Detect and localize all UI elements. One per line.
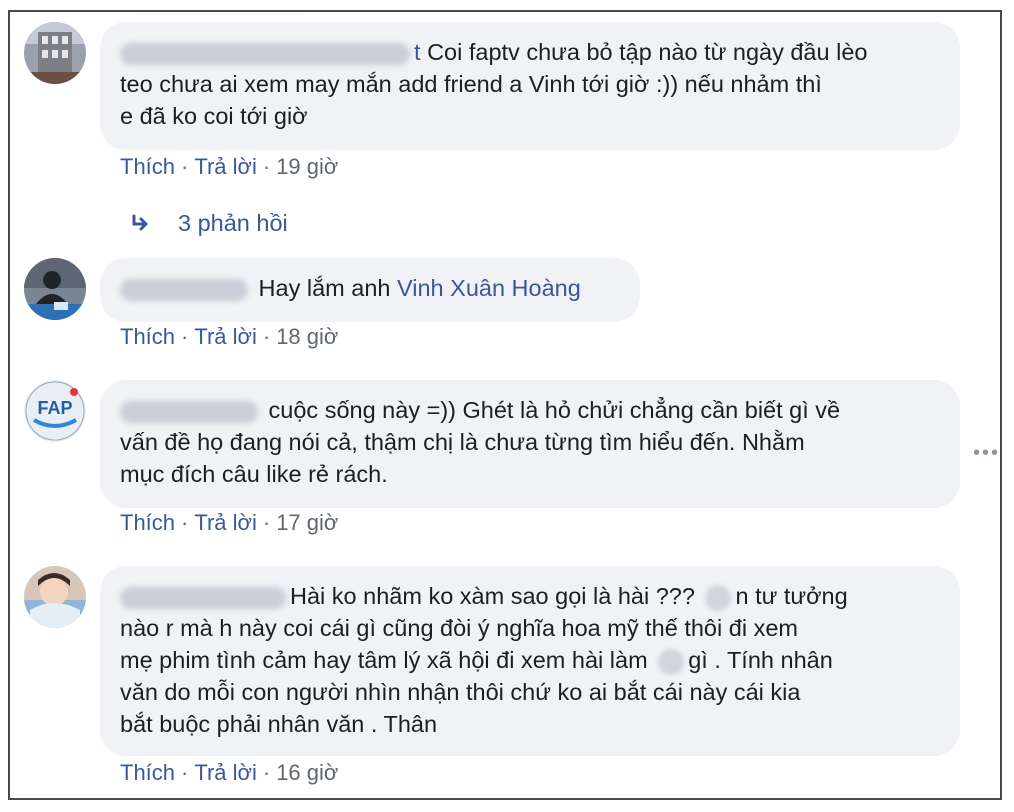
comments-panel: t Coi faptv chưa bỏ tập nào từ ngày đầu …: [8, 10, 1002, 800]
author-name-redacted[interactable]: [120, 278, 248, 301]
comment-text-line: mục đích câu like rẻ rách.: [120, 461, 388, 487]
comment-bubble: t Coi faptv chưa bỏ tập nào từ ngày đầu …: [100, 22, 960, 150]
comment-text: Hay lắm anh: [258, 275, 391, 301]
redacted-word: [658, 648, 685, 675]
author-name-redacted[interactable]: [120, 42, 410, 65]
comment-bubble: Hài ko nhãm ko xàm sao gọi là hài ??? n …: [100, 566, 960, 756]
separator: ·: [181, 760, 189, 785]
comment-text-line: cuộc sống này =)) Ghét là hỏ chửi chẳng …: [268, 397, 841, 423]
timestamp[interactable]: 17 giờ: [276, 510, 338, 535]
like-link[interactable]: Thích: [120, 510, 175, 535]
separator: ·: [262, 760, 271, 785]
separator: ·: [181, 154, 189, 179]
like-link[interactable]: Thích: [120, 324, 175, 349]
more-options-icon[interactable]: •••: [973, 442, 1000, 465]
like-link[interactable]: Thích: [120, 154, 175, 179]
separator: ·: [181, 510, 189, 535]
comment-actions: Thích · Trả lời · 18 giờ: [120, 324, 338, 350]
comment-text-line: Hài ko nhãm ko xàm sao gọi là hài ???: [290, 583, 695, 609]
comment-actions: Thích · Trả lời · 16 giờ: [120, 760, 338, 786]
replies-count[interactable]: 3 phản hồi: [178, 210, 288, 237]
comment-text-line: teo chưa ai xem may mắn add friend a Vin…: [120, 71, 822, 97]
avatar[interactable]: FAP: [24, 380, 86, 442]
comment-bubble: cuộc sống này =)) Ghét là hỏ chửi chẳng …: [100, 380, 960, 508]
comment-bubble: Hay lắm anh Vinh Xuân Hoàng: [100, 258, 640, 322]
timestamp[interactable]: 16 giờ: [276, 760, 338, 785]
comment-text-line: bắt buộc phải nhân văn . Thân: [120, 711, 438, 737]
author-name-fragment[interactable]: t: [414, 39, 421, 65]
comment-text-line: Coi faptv chưa bỏ tập nào từ ngày đầu lè…: [427, 39, 868, 65]
redacted-word: [705, 584, 732, 611]
avatar[interactable]: [24, 258, 86, 320]
author-name-redacted[interactable]: [120, 586, 286, 609]
reply-link[interactable]: Trả lời: [194, 760, 257, 785]
avatar-photo-image: [24, 566, 86, 628]
comment-text-line: văn do mỗi con người nhìn nhận thôi chứ …: [120, 679, 801, 705]
comment-actions: Thích · Trả lời · 17 giờ: [120, 510, 338, 536]
reply-link[interactable]: Trả lời: [194, 510, 257, 535]
comment-text-line: n tư tưởng: [735, 583, 848, 609]
comment-text-line: e đã ko coi tới giờ: [120, 103, 308, 129]
comment-text-line: mẹ phim tình cảm hay tâm lý xã hội đi xe…: [120, 647, 648, 673]
svg-text:FAP: FAP: [37, 398, 72, 418]
avatar-building-image: [24, 22, 86, 84]
reply-link[interactable]: Trả lời: [194, 154, 257, 179]
separator: ·: [262, 154, 271, 179]
avatar[interactable]: [24, 22, 86, 84]
comment-text-line: nào r mà h này coi cái gì cũng đòi ý ngh…: [120, 615, 798, 641]
avatar-fap-logo-image: FAP: [24, 380, 86, 442]
reply-link[interactable]: Trả lời: [194, 324, 257, 349]
author-name-redacted[interactable]: [120, 400, 258, 423]
timestamp[interactable]: 18 giờ: [276, 324, 338, 349]
comment-text-line: gì . Tính nhân: [688, 647, 833, 673]
view-replies-link[interactable]: 3 phản hồi: [130, 210, 288, 237]
separator: ·: [262, 324, 271, 349]
like-link[interactable]: Thích: [120, 760, 175, 785]
avatar-dark-image: [24, 258, 86, 320]
reply-arrow-icon: [132, 214, 148, 230]
comment-text-line: vấn đề họ đang nói cả, thậm chị là chưa …: [120, 429, 805, 455]
separator: ·: [181, 324, 189, 349]
comment-actions: Thích · Trả lời · 19 giờ: [120, 154, 338, 180]
timestamp[interactable]: 19 giờ: [276, 154, 338, 179]
avatar[interactable]: [24, 566, 86, 628]
separator: ·: [262, 510, 271, 535]
mention-link[interactable]: Vinh Xuân Hoàng: [397, 275, 581, 301]
